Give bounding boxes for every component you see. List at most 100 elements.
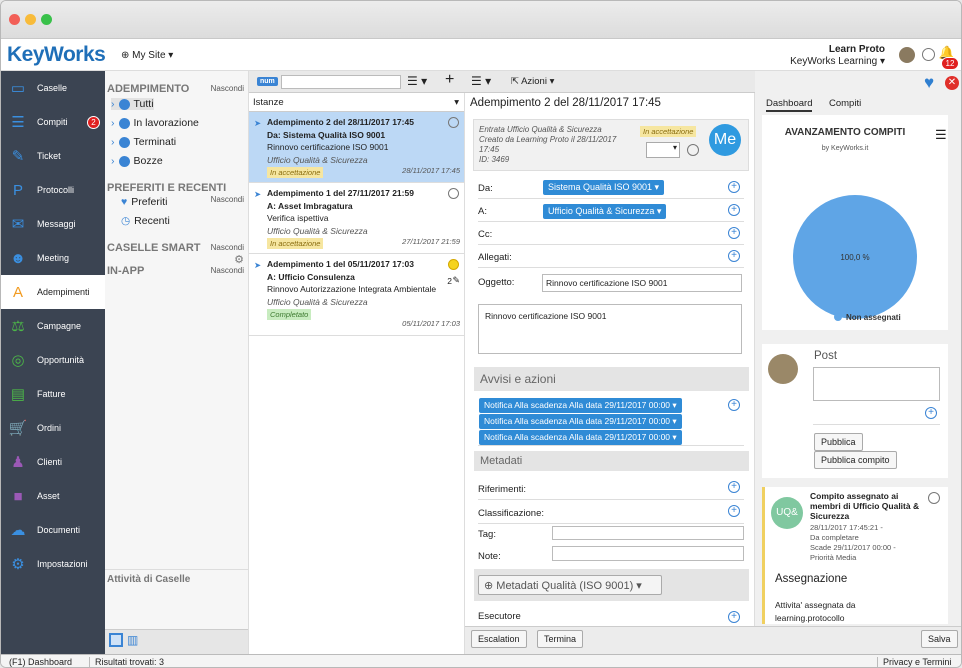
- recipient-chip[interactable]: Ufficio Qualità & Sicurezza ▾: [543, 204, 667, 219]
- sidebar-item-label: Asset: [37, 491, 60, 501]
- nav-item-label: Preferiti: [131, 196, 168, 208]
- hide-adempimento-link[interactable]: Nascondi: [211, 84, 244, 93]
- legend-label[interactable]: Non assegnati: [846, 313, 901, 322]
- status-select[interactable]: ▾: [646, 142, 680, 158]
- notification-chip[interactable]: Notifica Alla scadenza Alla data 29/11/2…: [479, 430, 682, 445]
- maximize-window-button[interactable]: [41, 14, 52, 25]
- sidebar-item-label: Caselle: [37, 83, 68, 93]
- status-circle-icon[interactable]: [448, 188, 459, 199]
- sender-chip[interactable]: Sistema Qualità ISO 9001 ▾: [543, 180, 665, 195]
- map-view-icon[interactable]: ▥: [127, 633, 138, 647]
- sidebar-item-ordini[interactable]: 🛒 Ordini: [1, 411, 105, 445]
- feed-line: 28/11/2017 17:45:21 -: [810, 523, 883, 532]
- status-circle-icon[interactable]: [928, 492, 940, 504]
- menu-icon[interactable]: ☰ ▾: [407, 74, 427, 88]
- sidebar-item-caselle[interactable]: ▭ Caselle: [1, 71, 105, 105]
- sidebar-item-label: Meeting: [37, 253, 70, 263]
- sidebar-item-opportunit[interactable]: ◎ Opportunità: [1, 343, 105, 377]
- metadati-section-title[interactable]: Metadati: [474, 451, 749, 471]
- add-icon[interactable]: +: [728, 505, 740, 517]
- sidebar-item-campagne[interactable]: ⚖ Campagne: [1, 309, 105, 343]
- sidebar-item-clienti[interactable]: ♟ Clienti: [1, 445, 105, 479]
- privacy-link[interactable]: Privacy e Termini: [877, 657, 951, 667]
- sidebar-item-documenti[interactable]: ☁ Documenti: [1, 513, 105, 547]
- hide-preferiti-link[interactable]: Nascondi: [211, 195, 244, 204]
- sidebar-item-asset[interactable]: ■ Asset: [1, 479, 105, 513]
- post-textarea[interactable]: [813, 367, 940, 401]
- add-icon[interactable]: +: [728, 250, 740, 262]
- minimize-window-button[interactable]: [25, 14, 36, 25]
- status-circle-icon[interactable]: [448, 259, 459, 270]
- sidebar-item-messaggi[interactable]: ✉ Messaggi: [1, 207, 105, 241]
- metadati-qualita-select[interactable]: ⊕ Metadati Qualità (ISO 9001) ▾: [478, 575, 662, 595]
- sidebar-item-ticket[interactable]: ✎ Ticket: [1, 139, 105, 173]
- add-icon[interactable]: +: [728, 227, 740, 239]
- tag-input[interactable]: [552, 526, 744, 540]
- escalation-button[interactable]: Escalation: [471, 630, 527, 648]
- heart-icon[interactable]: ♥: [924, 73, 934, 93]
- status-circle-icon[interactable]: [448, 117, 459, 128]
- sidebar-item-adempimenti[interactable]: A Adempimenti: [1, 275, 105, 309]
- add-icon[interactable]: +: [728, 481, 740, 493]
- field-label: Oggetto:: [478, 277, 515, 288]
- nav-item-tutti[interactable]: › Tutti: [111, 98, 154, 110]
- nav-item-recenti[interactable]: ◷ Recenti: [121, 215, 170, 227]
- list-item[interactable]: ➤ Adempimento 1 del 05/11/2017 17:03 A: Uf…: [249, 254, 464, 336]
- close-icon[interactable]: ✕: [945, 76, 959, 90]
- termina-button[interactable]: Termina: [537, 630, 584, 648]
- post-title: Post: [814, 350, 838, 362]
- nav-item-bozze[interactable]: › Bozze: [111, 155, 163, 167]
- sidebar-item-impostazioni[interactable]: ⚙ Impostazioni: [1, 547, 105, 581]
- grid-view-icon[interactable]: [109, 633, 123, 647]
- sidebar-item-compiti[interactable]: ☰ Compiti 2: [1, 105, 105, 139]
- sidebar-item-fatture[interactable]: ▤ Fatture: [1, 377, 105, 411]
- nav-item-preferiti[interactable]: ♥ Preferiti: [121, 196, 167, 208]
- nav-item-label: Tutti: [133, 98, 154, 110]
- status-shortcut[interactable]: (F1) Dashboard: [9, 657, 72, 667]
- add-icon[interactable]: +: [925, 407, 937, 419]
- tab-dashboard[interactable]: Dashboard: [766, 98, 813, 112]
- subject-input[interactable]: Rinnovo certificazione ISO 9001: [542, 274, 742, 292]
- task-count-badge: 2: [87, 116, 100, 129]
- status-circle-icon[interactable]: [922, 48, 935, 61]
- sidebar-item-protocolli[interactable]: P Protocolli: [1, 173, 105, 207]
- menu-icon[interactable]: ☰ ▾: [471, 74, 491, 88]
- sidebar-item-label: Opportunità: [37, 355, 85, 365]
- avvisi-section-title[interactable]: Avvisi e azioni: [474, 367, 749, 391]
- nav-item-terminati[interactable]: › Terminati: [111, 136, 176, 148]
- note-input[interactable]: [552, 546, 744, 561]
- target-icon: ◎: [11, 352, 25, 369]
- gear-icon[interactable]: ⚙: [234, 253, 244, 266]
- list-item[interactable]: ➤ Adempimento 1 del 27/11/2017 21:59 A: As…: [249, 183, 464, 254]
- main-sidebar: ▭ Caselle ☰ Compiti 2 ✎ Ticket P Protocolli ✉ Mess…: [1, 71, 105, 654]
- close-window-button[interactable]: [9, 14, 20, 25]
- actions-menu[interactable]: ⇱ Azioni ▾: [511, 76, 554, 87]
- pubblica-button[interactable]: Pubblica: [814, 433, 863, 451]
- notification-chip[interactable]: Notifica Alla scadenza Alla data 29/11/2…: [479, 398, 682, 413]
- hide-smart-link[interactable]: Nascondi: [211, 243, 244, 252]
- user-avatar[interactable]: [899, 47, 915, 63]
- status-circle-icon[interactable]: [687, 144, 699, 156]
- body-textarea[interactable]: Rinnovo certificazione ISO 9001: [478, 304, 742, 354]
- tasks-icon: ☰: [11, 114, 25, 131]
- add-icon[interactable]: +: [728, 181, 740, 193]
- hide-inapp-link[interactable]: Nascondi: [211, 266, 244, 275]
- add-icon[interactable]: +: [728, 204, 740, 216]
- tab-compiti[interactable]: Compiti: [829, 98, 861, 109]
- user-menu[interactable]: Learn Proto KeyWorks Learning ▾: [790, 44, 885, 68]
- chevron-down-icon: ▾: [454, 97, 459, 108]
- pubblica-compito-button[interactable]: Pubblica compito: [814, 451, 897, 469]
- sidebar-item-meeting[interactable]: ☻ Meeting: [1, 241, 105, 275]
- add-icon[interactable]: +: [728, 399, 740, 411]
- salva-button[interactable]: Salva: [921, 630, 958, 648]
- attachment-count: 2: [447, 276, 452, 286]
- list-header-label: Istanze: [253, 97, 284, 108]
- nav-item-in-lavorazione[interactable]: › In lavorazione: [111, 117, 199, 129]
- search-input[interactable]: [281, 75, 401, 89]
- list-header[interactable]: Istanze ▾: [249, 94, 464, 112]
- add-icon[interactable]: +: [445, 71, 454, 89]
- site-selector[interactable]: ⊕ My Site ▾: [121, 50, 173, 61]
- list-item[interactable]: ➤ Adempimento 2 del 28/11/2017 17:45 Da: S…: [249, 112, 464, 183]
- add-icon[interactable]: +: [728, 611, 740, 623]
- notification-chip[interactable]: Notifica Alla scadenza Alla data 29/11/2…: [479, 414, 682, 429]
